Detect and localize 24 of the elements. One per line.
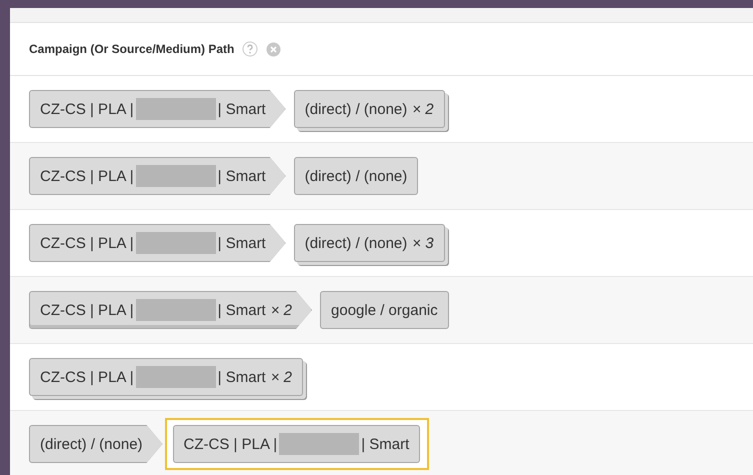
step-text: (direct) / (none)	[304, 100, 408, 118]
step-text: | Smart	[218, 100, 266, 118]
step-text: | Smart	[218, 368, 266, 386]
step-text: CZ-CS | PLA |	[40, 368, 134, 386]
repeat-count: × 2	[270, 368, 292, 386]
step-text: CZ-CS | PLA |	[184, 436, 278, 452]
help-icon[interactable]	[242, 41, 258, 57]
step-text: (direct) / (none)	[304, 234, 408, 252]
step-text: | Smart	[218, 234, 266, 252]
step-text: (direct) / (none)	[40, 436, 143, 452]
step-text: CZ-CS | PLA |	[40, 168, 134, 184]
step-text: | Smart	[361, 436, 410, 452]
step-text: CZ-CS | PLA |	[40, 100, 134, 118]
step-text: | Smart	[218, 168, 266, 184]
step-text: CZ-CS | PLA |	[40, 302, 134, 318]
close-icon[interactable]	[266, 42, 282, 56]
repeat-count: × 3	[412, 234, 434, 252]
column-title: Campaign (Or Source/Medium) Path	[29, 42, 234, 56]
step-text: google / organic	[331, 302, 438, 318]
step-text: (direct) / (none)	[304, 168, 408, 184]
step-text: | Smart	[218, 302, 266, 318]
repeat-count: × 2	[412, 100, 434, 118]
repeat-count: × 2	[270, 302, 292, 318]
step-text: CZ-CS | PLA |	[40, 234, 134, 252]
